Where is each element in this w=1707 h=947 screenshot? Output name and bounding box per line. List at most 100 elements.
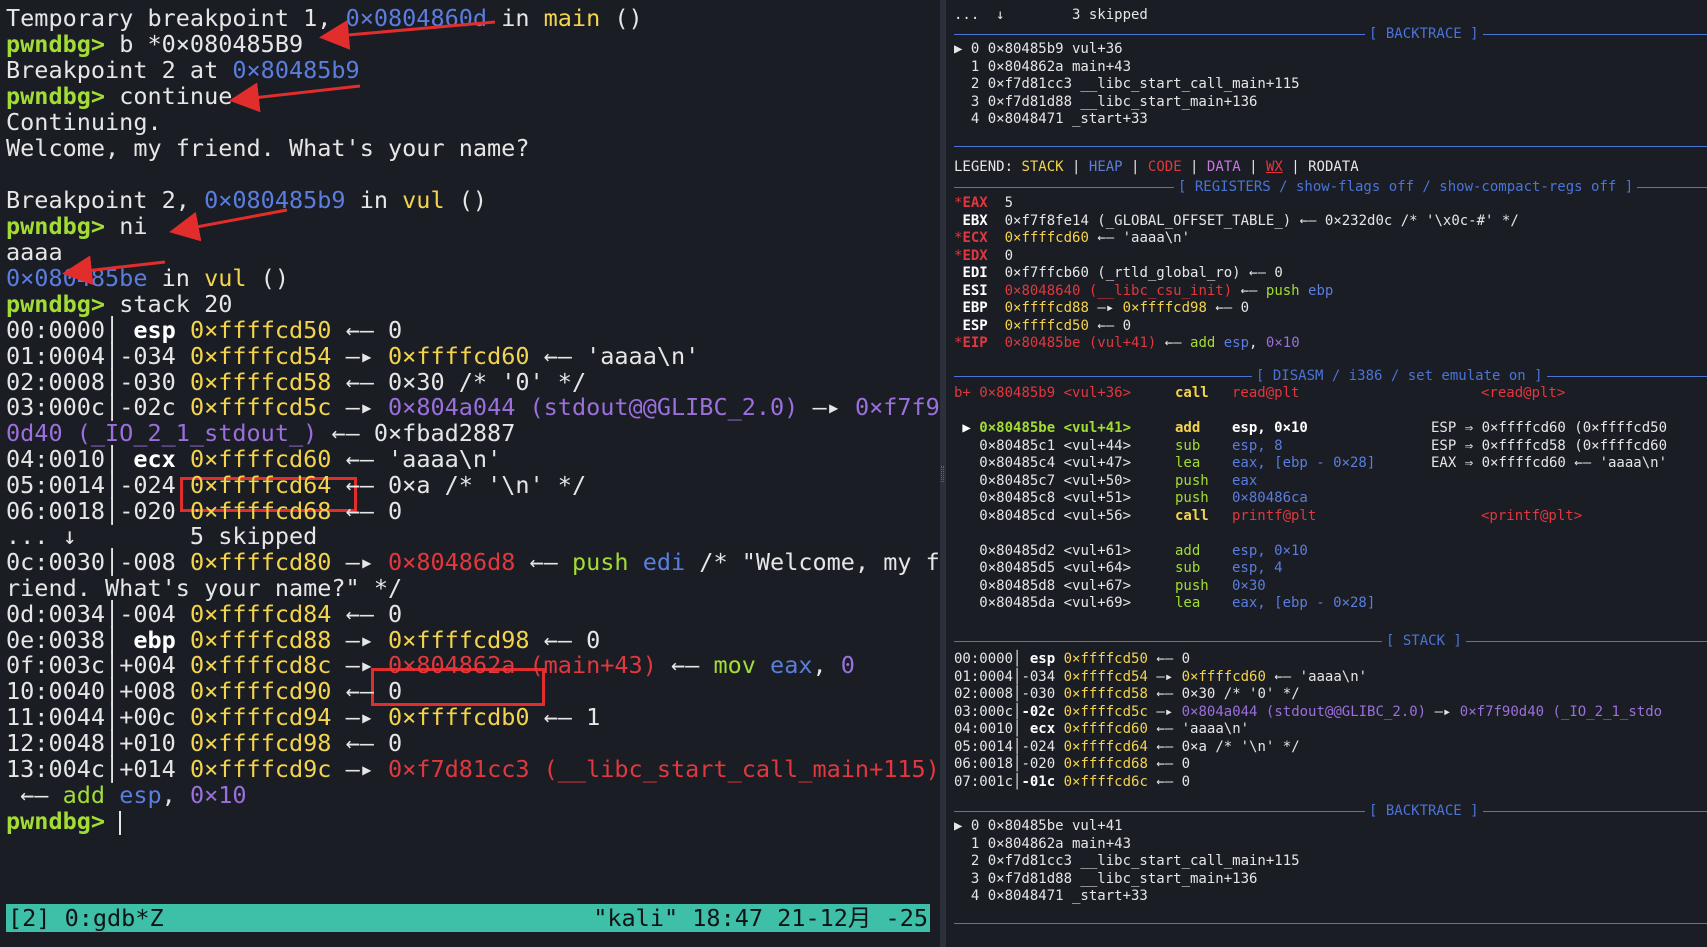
stack-offset: +014 — [119, 754, 176, 783]
disasm-operand-cell: eax, [ebp - 0×28] — [1232, 594, 1375, 613]
instruction-mnemonic: mov — [713, 651, 756, 680]
disasm-marker — [954, 560, 979, 576]
register-tail: ←— 0 — [1206, 300, 1250, 316]
disasm-mnemonic-cell: call — [1175, 384, 1209, 403]
status-session-window[interactable]: [2] 0:gdb*Z — [8, 904, 164, 932]
stack-skip-text: ... ↓ 5 skipped — [6, 522, 318, 551]
gdb-right-context-pane[interactable]: ... ↓ 3 skipped [ BACKTRACE ] ▶ 0 0×8048… — [946, 0, 1707, 947]
stack-arrow: ←— — [515, 548, 572, 577]
gdb-left-terminal[interactable]: Temporary breakpoint 1, 0×0804860d in ma… — [0, 0, 940, 947]
stack-offset: ebp — [119, 625, 176, 654]
backtrace-frame[interactable]: 4 0×8048471 _start+33 — [954, 887, 1148, 906]
stack-index: 05:0014 — [954, 738, 1014, 755]
disasm-operands: eax, [ebp - 0×28] — [1232, 455, 1376, 471]
backtrace-frame[interactable]: 4 0×8048471 _start+33 — [954, 110, 1148, 129]
stack-offset: -004 — [119, 599, 176, 628]
stack-pointed-value: 0×f7f90d40 (_IO_2_1_stdo — [1459, 703, 1663, 720]
disasm-comment: EAX ⇒ 0×ffffcd60 ←— 'aaaa\n' — [1431, 455, 1668, 471]
right-stack-row: 05:0014│-024 0×ffffcd64 ←— 0×a /* '\n' *… — [954, 738, 1300, 757]
backtrace-frame[interactable]: ▶ 0 0×80485b9 vul+36 — [954, 40, 1123, 59]
backtrace-frame[interactable]: 3 0×f7d81d88 __libc_start_main+136 — [954, 870, 1258, 889]
stack-index: 04:0010 — [954, 721, 1014, 737]
stack-arrow: ←— 0 — [1147, 756, 1191, 772]
stack-address: 0×ffffcd50 — [189, 316, 332, 344]
stack-arrow: —▸ — [331, 393, 389, 422]
stack-index: 05:0014 — [6, 470, 106, 499]
register-value-rest: 5 — [1004, 195, 1014, 211]
disasm-mnemonic-cell: lea — [1175, 594, 1200, 613]
left-stack-row: 12:0048│+010 0×ffffcd98 ←— 0 — [6, 729, 402, 757]
disasm-line: b+ 0×80485b9 <vul+36> call read@plt <read@p… — [954, 384, 1565, 403]
disasm-address: 0×80485c1 — [979, 437, 1056, 454]
disasm-symbol: <vul+41> — [1055, 420, 1132, 436]
disasm-operand-cell: 0×80486ca — [1232, 489, 1308, 508]
left-stack-row: 03:000c│-02c 0×ffffcd5c —▸ 0×804a044 (st… — [6, 393, 940, 421]
immediate: 0 — [840, 651, 855, 680]
disasm-symbol: <vul+56> — [1055, 507, 1132, 524]
stack-arrow: —▸ — [331, 548, 389, 577]
register-operand: esp — [1215, 335, 1250, 351]
disasm-marker — [954, 578, 979, 594]
stack-address: 0×ffffcd68 — [189, 496, 332, 525]
disasm-mnemonic-cell: add — [1175, 542, 1200, 561]
backtrace-frame[interactable]: 2 0×f7d81cc3 __libc_start_call_main+115 — [954, 75, 1300, 94]
stack-arrow: ←— 0 — [331, 728, 403, 757]
stack-offset: -008 — [119, 548, 176, 577]
backtrace-end-separator — [954, 146, 1707, 147]
stack-address: 0×ffffcd58 — [189, 367, 332, 396]
disasm-mnemonic: add — [1175, 542, 1201, 559]
backtrace-frame[interactable]: 1 0×804862a main+43 — [954, 835, 1131, 854]
disasm-comment-cell: ESP ⇒ 0×ffffcd60 (0×ffffcd50 — [1431, 419, 1667, 438]
stack-arrow: ←— 0 — [331, 677, 403, 706]
register-name: ESP — [962, 317, 988, 334]
register-value: 0×8048640 (__libc_csu_init) — [1004, 282, 1233, 299]
register-value: 0×ffffcd60 — [1004, 230, 1089, 246]
instruction-mnemonic: push — [571, 548, 629, 577]
disasm-current-line: ▶ 0×80485be <vul+41> add esp, 0×10 ESP ⇒ 0×… — [954, 419, 1667, 438]
stack-index: 11:0044 — [6, 703, 106, 731]
disasm-mnemonic-cell: call — [1175, 507, 1209, 526]
column-divider: │ — [105, 677, 120, 706]
stack-arrow: —▸ — [798, 393, 855, 422]
disasm-mnemonic-cell: sub — [1175, 437, 1200, 456]
stack-title: [ STACK ] — [1382, 632, 1466, 651]
column-divider: │ — [105, 316, 120, 344]
disasm-marker — [954, 473, 979, 489]
stack-address: 0×ffffcd9c — [189, 754, 332, 783]
register-value-rest: 0×f7f8fe14 (_GLOBAL_OFFSET_TABLE_) ←— 0×… — [1004, 212, 1519, 229]
register-name: EDI — [962, 265, 988, 281]
column-divider: │ — [105, 703, 120, 731]
stack-index: 01:0004 — [954, 668, 1014, 685]
backtrace-separator-top — [954, 34, 1707, 35]
stack-offset: -020 — [119, 496, 176, 525]
left-stack-row: riend. What's your name?" */ — [6, 574, 402, 602]
stack-index: 03:000c — [954, 703, 1014, 720]
stack-address: 0×ffffcd54 — [1063, 668, 1148, 685]
stack-offset: -02c — [1021, 703, 1056, 720]
stack-arrow: ←— 0 — [1147, 651, 1191, 667]
register-value: 0×ffffcd88 — [1004, 300, 1089, 316]
register-row: *EIP 0×80485be (vul+41) ←— add esp, 0×10 — [954, 334, 1300, 353]
disasm-symbol: <vul+67> — [1055, 577, 1132, 594]
disasm-operand-cell: 0×30 — [1232, 577, 1266, 596]
stack-index: 0c:0030 — [6, 548, 106, 577]
backtrace-frame[interactable]: 3 0×f7d81d88 __libc_start_main+136 — [954, 93, 1258, 112]
backtrace-frame[interactable]: ▶ 0 0×80485be vul+41 — [954, 817, 1123, 836]
divider-grip-icon[interactable] — [941, 466, 944, 482]
stack-address: 0×ffffcd54 — [189, 341, 332, 370]
disasm-comment: ESP ⇒ 0×ffffcd60 (0×ffffcd50 — [1431, 420, 1668, 436]
backtrace-frame[interactable]: 1 0×804862a main+43 — [954, 58, 1131, 77]
stack-offset: +010 — [119, 728, 176, 757]
disasm-mnemonic-cell: push — [1175, 472, 1209, 491]
stack-index: 0d:0034 — [6, 599, 106, 628]
stack-offset: -034 — [1021, 668, 1056, 685]
disasm-mnemonic-cell: sub — [1175, 559, 1200, 578]
stack-arrow: —▸ — [1147, 668, 1182, 685]
column-divider: │ — [105, 367, 120, 396]
stack-address: 0×ffffcd98 — [189, 728, 332, 757]
stack-offset: -020 — [1021, 756, 1056, 772]
stack-offset: -030 — [1021, 686, 1056, 702]
register-row: *EAX 5 — [954, 194, 1013, 213]
disasm-symbol: <vul+61> — [1055, 542, 1132, 559]
backtrace-frame[interactable]: 2 0×f7d81cc3 __libc_start_call_main+115 — [954, 852, 1300, 871]
